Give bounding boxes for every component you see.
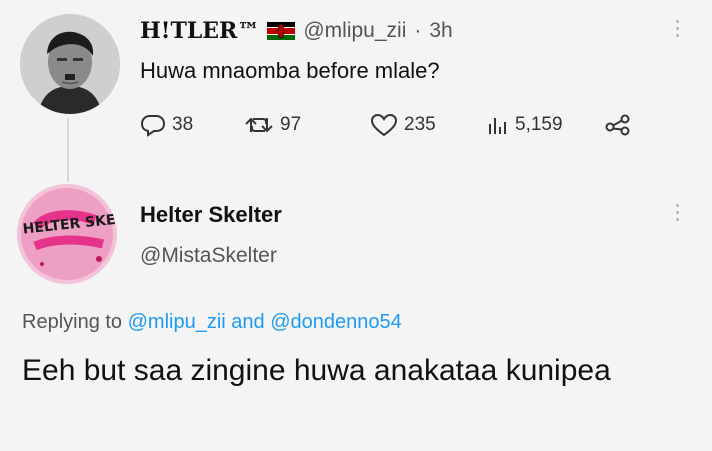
retweet-count: 97 bbox=[280, 114, 302, 135]
portrait-image bbox=[20, 14, 120, 114]
tweet-text: Huwa mnaomba before mlale? bbox=[140, 58, 440, 83]
tweet-actions: 38 97 235 5,159 bbox=[140, 110, 631, 140]
tweet-header: H!TLER™ @mlipu_zii · 3h bbox=[140, 18, 453, 44]
separator-dot: · bbox=[414, 19, 422, 42]
reply-button[interactable]: 38 bbox=[140, 113, 244, 137]
retweet-button[interactable]: 97 bbox=[244, 114, 370, 136]
replying-prefix: Replying to bbox=[22, 311, 123, 333]
views-button[interactable]: 5,159 bbox=[487, 114, 605, 136]
views-icon bbox=[489, 118, 506, 134]
mention-link-1[interactable]: @mlipu_zii bbox=[128, 311, 226, 333]
more-icon[interactable] bbox=[674, 20, 680, 37]
share-button[interactable] bbox=[605, 114, 631, 136]
reply-author-avatar[interactable]: HELTER SKELTER bbox=[17, 184, 117, 284]
replying-to-line: Replying to @mlipu_zii and @dondenno54 bbox=[22, 311, 402, 334]
reply-icon bbox=[140, 115, 166, 137]
mention-link-2[interactable]: @dondenno54 bbox=[270, 311, 402, 333]
like-icon bbox=[370, 113, 398, 137]
share-icon bbox=[605, 114, 630, 136]
thread-connector bbox=[67, 118, 69, 182]
author-name[interactable]: H!TLER™ bbox=[140, 18, 259, 44]
views-count: 5,159 bbox=[515, 114, 563, 135]
reply-author-name[interactable]: Helter Skelter bbox=[140, 202, 282, 228]
retweet-icon bbox=[245, 117, 273, 133]
reply-count: 38 bbox=[172, 114, 194, 135]
reply-more-icon[interactable] bbox=[674, 204, 680, 221]
like-count: 235 bbox=[404, 114, 436, 135]
tweet-time[interactable]: 3h bbox=[429, 19, 452, 43]
mention-conjunction: and bbox=[231, 311, 265, 333]
kenya-flag-icon bbox=[267, 22, 296, 40]
like-button[interactable]: 235 bbox=[370, 113, 487, 137]
author-avatar[interactable] bbox=[20, 14, 120, 114]
graffiti-image: HELTER SKELTER bbox=[17, 184, 117, 284]
reply-author-handle[interactable]: @MistaSkelter bbox=[140, 244, 277, 268]
author-handle[interactable]: @mlipu_zii bbox=[303, 19, 406, 43]
reply-text: Eeh but saa zingine huwa anakataa kunipe… bbox=[22, 354, 611, 387]
